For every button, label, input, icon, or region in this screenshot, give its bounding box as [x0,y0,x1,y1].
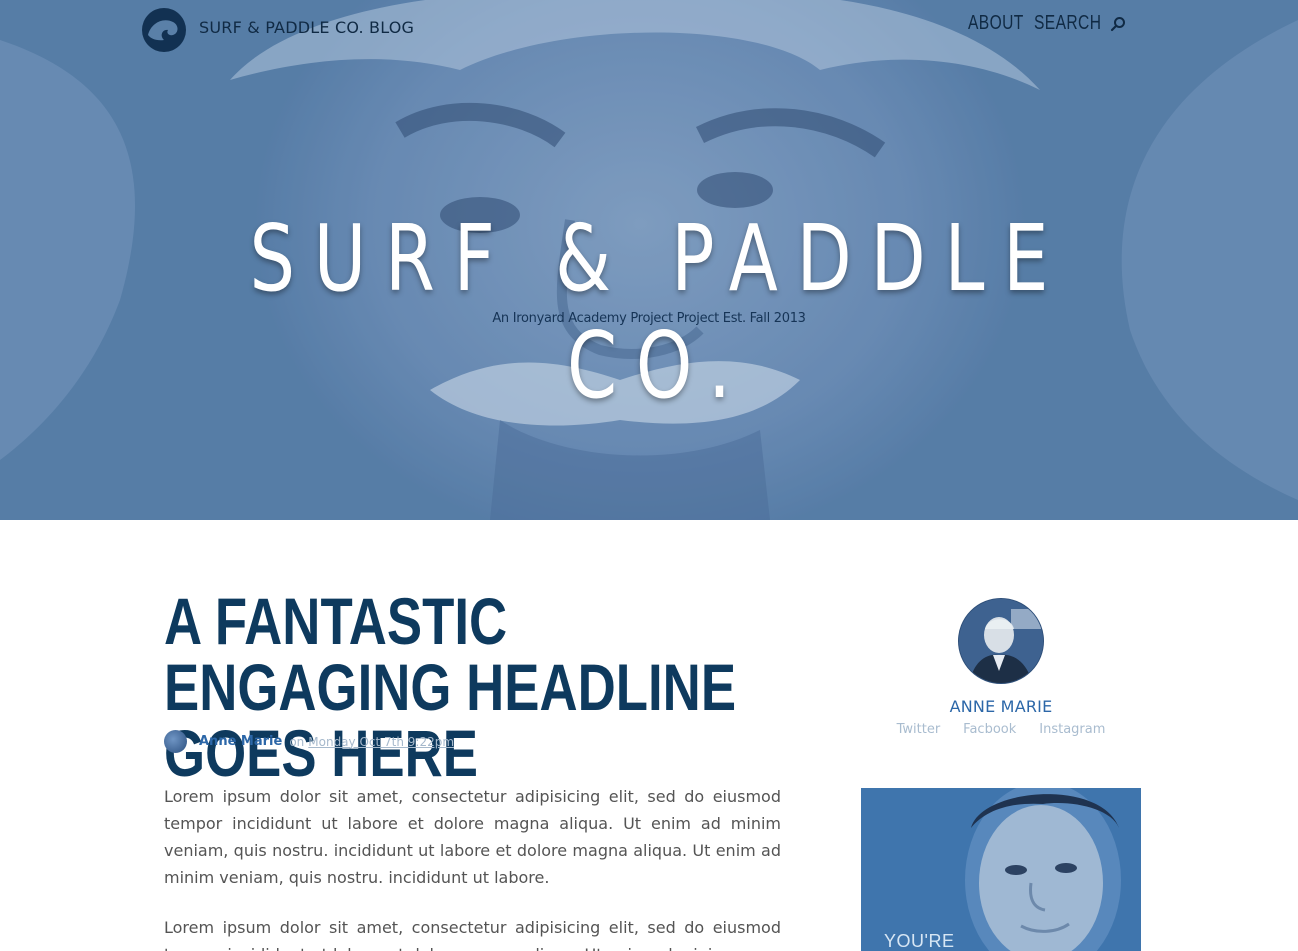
author-photo-illustration [959,599,1043,683]
article-headline: A FANTASTIC ENGAGING HEADLINE GOES HERE [164,584,737,790]
author-avatar [958,598,1044,684]
hero-banner: SURF & PADDLE CO. BLOG ABOUT SEARCH SURF… [0,0,1298,520]
byline-author-link[interactable]: Anne Marie [199,734,282,749]
article-paragraph: Lorem ipsum dolor sit amet, consectetur … [164,787,781,887]
nav-search-link[interactable]: SEARCH [1034,12,1101,35]
instagram-link[interactable]: Instagram [1039,722,1105,737]
promo-portrait-illustration [861,788,1141,951]
author-name[interactable]: ANNE MARIE [861,697,1141,716]
sidebar-promo-image[interactable]: YOU'RE [861,788,1141,951]
twitter-link[interactable]: Twitter [897,722,941,737]
promo-caption: YOU'RE [884,931,955,951]
main-nav: ABOUT SEARCH [968,12,1126,35]
hero-subtitle: An Ironyard Academy Project Project Est.… [492,311,806,326]
author-card: ANNE MARIE Twitter Facbook Instagram [861,598,1141,737]
article-byline: Anne Marie on Monday Oct 7th 9:22pm [164,730,454,753]
author-social-links: Twitter Facbook Instagram [861,722,1141,737]
byline-on-text: on [289,734,305,749]
search-icon[interactable] [1110,16,1126,32]
wave-logo-icon[interactable] [141,7,187,53]
author-avatar-small [164,730,187,753]
nav-about-link[interactable]: ABOUT [968,12,1023,35]
top-navigation: SURF & PADDLE CO. BLOG ABOUT SEARCH [0,0,1298,60]
facebook-link[interactable]: Facbook [963,722,1016,737]
byline-date-link[interactable]: Monday Oct 7th 9:22pm [308,735,454,749]
article-paragraph: Lorem ipsum dolor sit amet, consectetur … [164,918,781,951]
brand-name[interactable]: SURF & PADDLE CO. BLOG [199,18,414,37]
